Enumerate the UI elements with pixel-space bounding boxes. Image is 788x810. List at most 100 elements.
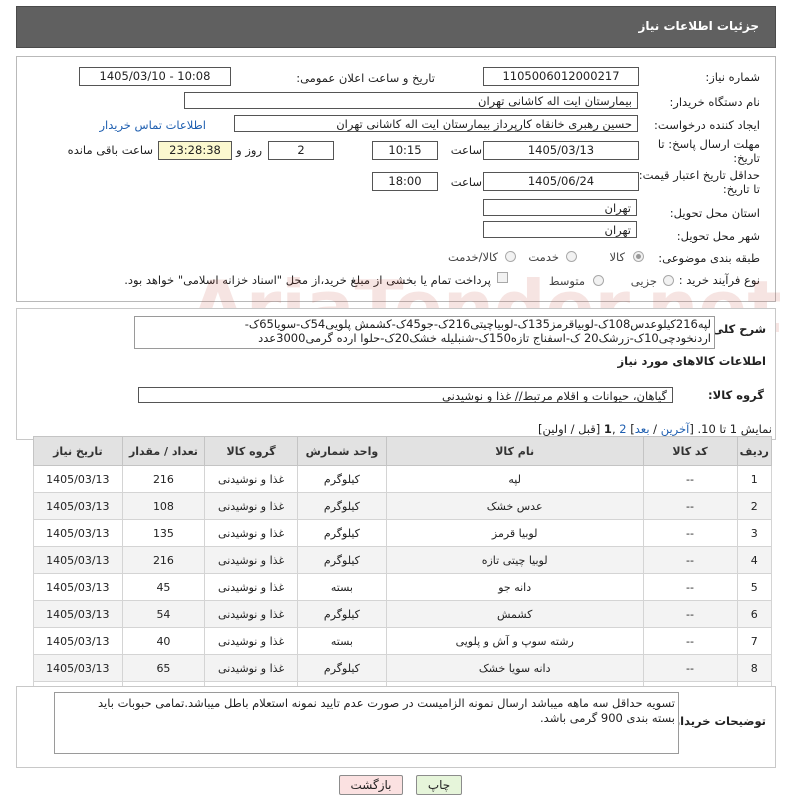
col-goods-name: نام کالا bbox=[385, 436, 644, 466]
cell-goods-group: غذا و نوشیدنی bbox=[204, 519, 299, 547]
table-row: 1405/03/13 108 غذا و نوشیدنی کیلوگرم عدس خشک… bbox=[33, 492, 772, 520]
category-option-goods: کالا bbox=[609, 250, 625, 264]
col-need-date: تاریخ نیاز bbox=[33, 436, 123, 466]
cell-need-date: 1405/03/13 bbox=[33, 600, 123, 628]
buyer-notes-line-2: بسته بندی 900 گرمی باشد. bbox=[540, 711, 675, 725]
buyer-contact-link[interactable]: اطلاعات تماس خریدار bbox=[99, 118, 206, 132]
process-radio-medium[interactable] bbox=[593, 275, 604, 286]
cell-goods-code: -- bbox=[642, 600, 738, 628]
category-label: طبقه بندی موضوعی: bbox=[658, 251, 760, 265]
cell-goods-name: عدس خشک bbox=[385, 492, 644, 520]
cell-need-date: 1405/03/13 bbox=[33, 654, 123, 682]
pagination-last-link[interactable]: آخرین bbox=[661, 422, 690, 436]
table-row: 1405/03/13 45 غذا و نوشیدنی بسته دانه جو -- 5 bbox=[33, 573, 772, 601]
page-header: جزئیات اطلاعات نیاز bbox=[16, 6, 776, 48]
reply-time-field: 10:15 bbox=[372, 141, 438, 160]
cell-quantity: 135 bbox=[121, 519, 206, 547]
buyer-notes-label: توضیحات خریدار: bbox=[668, 714, 766, 728]
page-title: جزئیات اطلاعات نیاز bbox=[638, 19, 759, 33]
announce-field: 1405/03/10 - 10:08 bbox=[79, 67, 231, 86]
price-validity-label-1: حداقل تاریخ اعتبار قیمت: bbox=[638, 168, 760, 182]
cell-unit: کیلوگرم bbox=[297, 519, 387, 547]
province-label: استان محل تحویل: bbox=[669, 206, 760, 220]
cell-row-number: 7 bbox=[736, 627, 772, 655]
summary-textarea[interactable]: لپه216کیلوعدس108ک-لوبیاقرمز135ک-لوبیاچیت… bbox=[134, 316, 715, 349]
col-goods-code: کد کالا bbox=[642, 436, 738, 466]
cell-goods-code: -- bbox=[642, 519, 738, 547]
process-label: نوع فرآیند خرید : bbox=[678, 273, 760, 287]
cell-goods-name: دانه سویا خشک bbox=[385, 654, 644, 682]
cell-need-date: 1405/03/13 bbox=[33, 627, 123, 655]
cell-goods-code: -- bbox=[642, 546, 738, 574]
cell-goods-code: -- bbox=[642, 492, 738, 520]
cell-goods-code: -- bbox=[642, 573, 738, 601]
cell-need-date: 1405/03/13 bbox=[33, 492, 123, 520]
category-radio-goods-service[interactable] bbox=[505, 251, 516, 262]
city-label: شهر محل تحویل: bbox=[676, 229, 760, 243]
announce-label: تاریخ و ساعت اعلان عمومی: bbox=[296, 71, 435, 85]
reply-deadline-label-1: مهلت ارسال پاسخ: تا bbox=[657, 137, 760, 151]
goods-info-title: اطلاعات کالاهای مورد نیاز bbox=[617, 354, 766, 368]
cell-row-number: 1 bbox=[736, 465, 772, 493]
reply-time-label: ساعت bbox=[450, 143, 482, 157]
cell-quantity: 216 bbox=[121, 546, 206, 574]
reply-date-field: 1405/03/13 bbox=[483, 141, 639, 160]
pagination-next-link[interactable]: بعد bbox=[635, 422, 650, 436]
cell-need-date: 1405/03/13 bbox=[33, 519, 123, 547]
cell-goods-name: رشته سوپ و آش و پلویی bbox=[385, 627, 644, 655]
reply-deadline-label-2: تاریخ: bbox=[733, 151, 760, 165]
cell-row-number: 3 bbox=[736, 519, 772, 547]
cell-unit: کیلوگرم bbox=[297, 492, 387, 520]
buyer-notes-textarea[interactable]: تسویه حداقل سه ماهه میباشد ارسال نمونه ا… bbox=[54, 692, 679, 754]
days-label: روز و bbox=[236, 143, 262, 157]
cell-goods-group: غذا و نوشیدنی bbox=[204, 627, 299, 655]
table-row: 1405/03/13 65 غذا و نوشیدنی کیلوگرم دانه سوی… bbox=[33, 654, 772, 682]
table-row: 1405/03/13 135 غذا و نوشیدنی کیلوگرم لوبیا ق… bbox=[33, 519, 772, 547]
category-option-goods-service: کالا/خدمت bbox=[447, 250, 498, 264]
buyer-field: بیمارستان ایت اله کاشانی تهران bbox=[184, 92, 638, 109]
table-row: 1405/03/13 40 غذا و نوشیدنی بسته رشته سوپ و … bbox=[33, 627, 772, 655]
cell-need-date: 1405/03/13 bbox=[33, 546, 123, 574]
pagination-mid: ] bbox=[626, 422, 635, 436]
treasury-checkbox[interactable] bbox=[497, 272, 508, 283]
buyer-label: نام دستگاه خریدار: bbox=[669, 95, 760, 109]
cell-unit: کیلوگرم bbox=[297, 600, 387, 628]
summary-line-2: اردنخودچی10ک-زرشک20 ک-اسفناج تازه150ک-شن… bbox=[258, 331, 711, 345]
col-goods-group: گروه کالا bbox=[204, 436, 299, 466]
creator-field: حسین رهبری خانقاه کارپرداز بیمارستان ایت… bbox=[234, 115, 638, 132]
cell-goods-group: غذا و نوشیدنی bbox=[204, 492, 299, 520]
process-option-minor: جزیی bbox=[630, 274, 657, 288]
cell-unit: بسته bbox=[297, 627, 387, 655]
cell-goods-name: دانه جو bbox=[385, 573, 644, 601]
process-radio-minor[interactable] bbox=[663, 275, 674, 286]
cell-unit: کیلوگرم bbox=[297, 654, 387, 682]
price-validity-label-2: تا تاریخ: bbox=[722, 182, 760, 196]
category-radio-service[interactable] bbox=[566, 251, 577, 262]
cell-goods-group: غذا و نوشیدنی bbox=[204, 654, 299, 682]
print-button[interactable]: چاپ bbox=[416, 775, 462, 795]
buyer-notes-line-1: تسویه حداقل سه ماهه میباشد ارسال نمونه ا… bbox=[97, 696, 675, 710]
category-radio-goods[interactable] bbox=[633, 251, 644, 262]
goods-group-field: گیاهان، حیوانات و اقلام مرتبط// غذا و نو… bbox=[138, 387, 673, 403]
cell-row-number: 2 bbox=[736, 492, 772, 520]
cell-row-number: 5 bbox=[736, 573, 772, 601]
cell-quantity: 216 bbox=[121, 465, 206, 493]
province-field: تهران bbox=[483, 199, 637, 216]
pagination-page-2[interactable]: 2 bbox=[619, 422, 626, 436]
cell-need-date: 1405/03/13 bbox=[33, 573, 123, 601]
back-button[interactable]: بازگشت bbox=[339, 775, 403, 795]
col-unit: واحد شمارش bbox=[297, 436, 387, 466]
cell-unit: کیلوگرم bbox=[297, 465, 387, 493]
cell-need-date: 1405/03/13 bbox=[33, 465, 123, 493]
cell-unit: کیلوگرم bbox=[297, 546, 387, 574]
need-number-field: 1105006012000217 bbox=[483, 67, 639, 86]
cell-goods-name: لپه bbox=[385, 465, 644, 493]
pagination-sep: / bbox=[649, 422, 661, 436]
summary-line-1: لپه216کیلوعدس108ک-لوبیاقرمز135ک-لوبیاچیت… bbox=[244, 317, 711, 331]
col-row-number: ردیف bbox=[736, 436, 772, 466]
cell-quantity: 40 bbox=[121, 627, 206, 655]
cell-quantity: 65 bbox=[121, 654, 206, 682]
cell-row-number: 6 bbox=[736, 600, 772, 628]
treasury-note: پرداخت تمام یا بخشی از مبلغ خرید،از محل … bbox=[124, 273, 491, 287]
cell-quantity: 45 bbox=[121, 573, 206, 601]
